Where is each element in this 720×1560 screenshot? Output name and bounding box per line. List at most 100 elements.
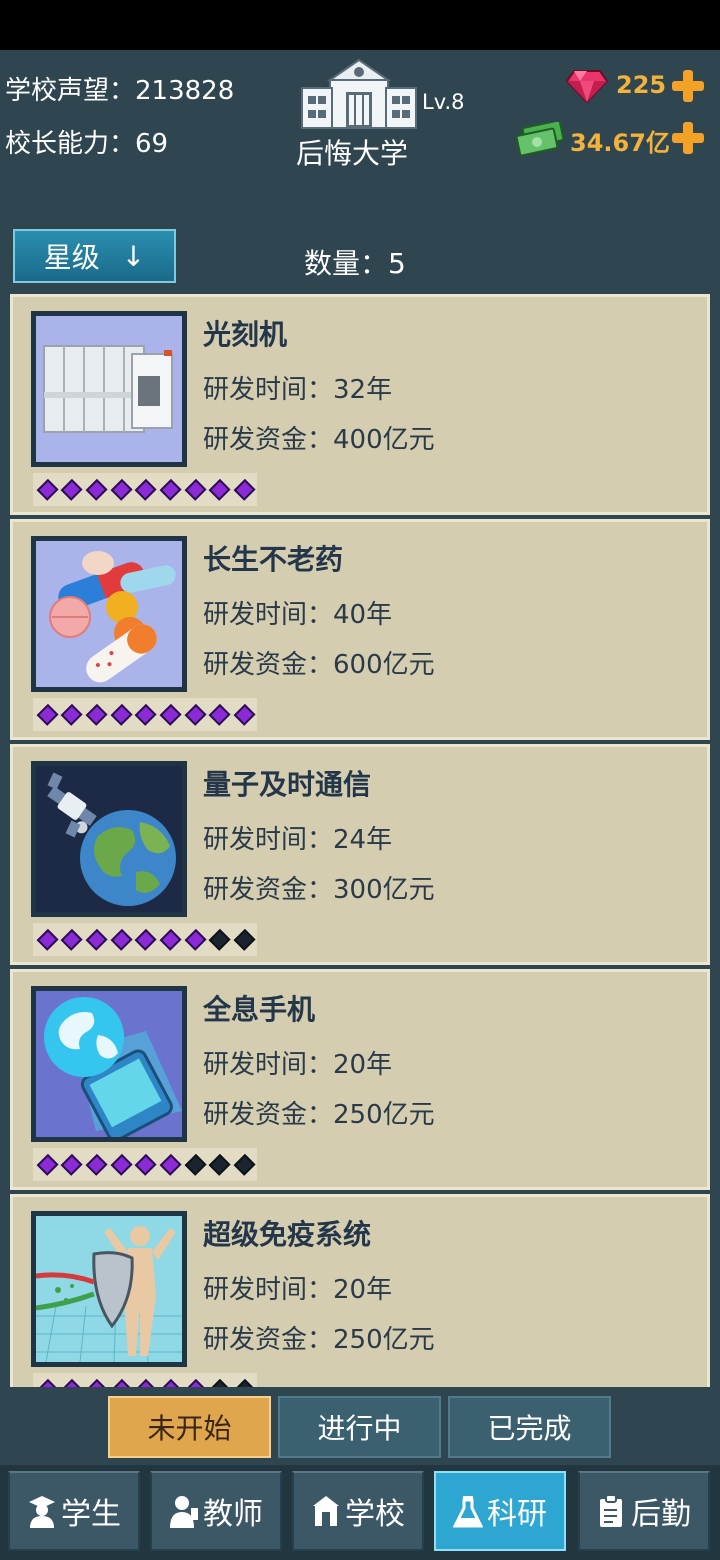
add-money-button[interactable] (672, 122, 704, 154)
research-time: 研发时间：20年 (203, 1275, 393, 1305)
star-filled-icon (60, 478, 84, 501)
star-empty-icon (233, 928, 256, 951)
star-filled-icon (36, 1153, 59, 1176)
school-level: Lv.8 (422, 90, 465, 114)
lithography-machine-icon (31, 311, 187, 467)
star-filled-icon (208, 703, 232, 726)
school-name: 后悔大学 (296, 137, 409, 170)
research-name: 全息手机 (203, 993, 316, 1026)
star-filled-icon (159, 478, 182, 501)
nav-label: 学校 (345, 1497, 405, 1532)
star-filled-icon (233, 478, 256, 501)
pills-icon (31, 536, 187, 692)
research-card[interactable]: 超级免疫系统 研发时间：20年 研发资金：250亿元 (10, 1194, 710, 1387)
satellite-earth-icon (31, 761, 187, 917)
research-time: 研发时间：32年 (203, 375, 393, 405)
sort-arrow-icon: ↓ (121, 239, 146, 273)
star-filled-icon (134, 703, 158, 726)
star-filled-icon (85, 928, 108, 951)
money-icon (516, 122, 564, 156)
research-card[interactable]: 光刻机 研发时间：32年 研发资金：400亿元 (10, 294, 710, 515)
student-icon (29, 1496, 55, 1528)
tab-not-started[interactable]: 未开始 (108, 1396, 271, 1458)
star-filled-icon (110, 703, 133, 726)
immune-shield-icon (31, 1211, 187, 1367)
star-filled-icon (159, 1378, 182, 1387)
star-filled-icon (184, 928, 207, 951)
bottom-nav: 学生 教师 学校 科研 后勤 (0, 1465, 720, 1560)
school-icon (313, 1496, 339, 1526)
star-filled-icon (85, 1378, 108, 1387)
star-filled-icon (134, 478, 158, 501)
star-filled-icon (134, 928, 158, 951)
star-filled-icon (36, 478, 59, 501)
star-filled-icon (159, 703, 182, 726)
teacher-icon (170, 1496, 198, 1528)
gem-count: 225 (616, 71, 667, 99)
nav-school[interactable]: 学校 (292, 1471, 424, 1551)
research-count: 数量：5 (304, 247, 406, 280)
research-name: 光刻机 (203, 318, 288, 351)
star-filled-icon (36, 928, 59, 951)
star-empty-icon (233, 1153, 256, 1176)
sort-label: 星级 (43, 241, 100, 274)
nav-label: 后勤 (631, 1497, 691, 1532)
research-fund: 研发资金：400亿元 (203, 425, 435, 455)
research-list[interactable]: 光刻机 研发时间：32年 研发资金：400亿元 长生不老药 研发时间：40年 研… (10, 294, 710, 1387)
star-filled-icon (85, 703, 108, 726)
star-filled-icon (60, 1153, 84, 1176)
star-filled-icon (110, 478, 133, 501)
tab-in-progress[interactable]: 进行中 (278, 1396, 441, 1458)
star-filled-icon (60, 928, 84, 951)
research-fund: 研发资金：300亿元 (203, 875, 435, 905)
sort-by-stars-button[interactable]: 星级 ↓ (13, 229, 176, 283)
status-bar (0, 0, 720, 50)
star-filled-icon (110, 1378, 133, 1387)
star-filled-icon (208, 478, 232, 501)
flask-icon (453, 1496, 483, 1528)
research-name: 超级免疫系统 (203, 1218, 372, 1251)
reputation-stat: 学校声望：213828 (5, 76, 235, 106)
star-filled-icon (159, 928, 182, 951)
research-fund: 研发资金：250亿元 (203, 1100, 435, 1130)
research-name: 长生不老药 (203, 543, 344, 576)
star-filled-icon (85, 478, 108, 501)
star-filled-icon (110, 928, 133, 951)
star-filled-icon (134, 1153, 158, 1176)
star-empty-icon (208, 1153, 232, 1176)
research-card[interactable]: 长生不老药 研发时间：40年 研发资金：600亿元 (10, 519, 710, 740)
star-filled-icon (184, 703, 207, 726)
star-filled-icon (134, 1378, 158, 1387)
research-time: 研发时间：40年 (203, 600, 393, 630)
star-rating (33, 1148, 257, 1181)
star-filled-icon (159, 1153, 182, 1176)
gem-icon (566, 70, 608, 103)
star-filled-icon (184, 478, 207, 501)
nav-label: 教师 (203, 1497, 263, 1532)
star-filled-icon (110, 1153, 133, 1176)
research-card[interactable]: 全息手机 研发时间：20年 研发资金：250亿元 (10, 969, 710, 1190)
star-empty-icon (233, 1378, 256, 1387)
nav-logistics[interactable]: 后勤 (578, 1471, 710, 1551)
star-filled-icon (60, 703, 84, 726)
nav-label: 科研 (487, 1497, 547, 1532)
research-time: 研发时间：20年 (203, 1050, 393, 1080)
star-rating (33, 923, 257, 956)
star-rating (33, 473, 257, 506)
nav-label: 学生 (61, 1497, 121, 1532)
star-filled-icon (36, 1378, 59, 1387)
money-amount: 34.67亿 (570, 129, 670, 157)
holographic-phone-icon (31, 986, 187, 1142)
research-time: 研发时间：24年 (203, 825, 393, 855)
research-card[interactable]: 量子及时通信 研发时间：24年 研发资金：300亿元 (10, 744, 710, 965)
nav-students[interactable]: 学生 (8, 1471, 140, 1551)
star-filled-icon (36, 703, 59, 726)
add-gems-button[interactable] (672, 70, 704, 102)
star-filled-icon (184, 1378, 207, 1387)
nav-research[interactable]: 科研 (434, 1471, 566, 1551)
tab-completed[interactable]: 已完成 (448, 1396, 611, 1458)
school-building-icon[interactable] (300, 58, 418, 130)
nav-teachers[interactable]: 教师 (150, 1471, 282, 1551)
star-empty-icon (184, 1153, 207, 1176)
star-rating (33, 698, 257, 731)
